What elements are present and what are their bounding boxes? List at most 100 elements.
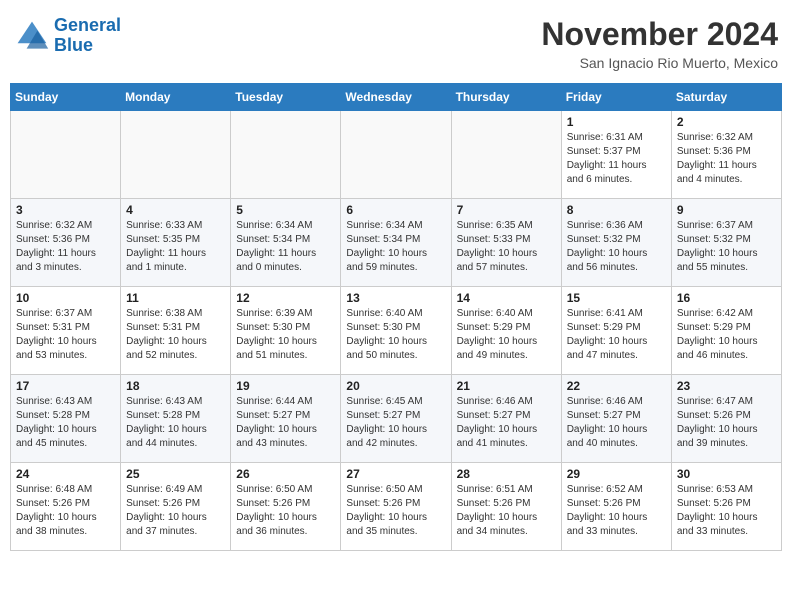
- weekday-header-tuesday: Tuesday: [231, 84, 341, 111]
- calendar-cell: 25Sunrise: 6:49 AMSunset: 5:26 PMDayligh…: [121, 463, 231, 551]
- calendar-cell: 21 Sunrise: 6:46 AMSunset: 5:27 PMDayligh…: [451, 375, 561, 463]
- day-info: Sunrise: 6:37 AMSunset: 5:31 PMDaylight:…: [16, 307, 115, 363]
- day-info: Sunrise: 6:49 AMSunset: 5:26 PMDaylight:…: [126, 483, 225, 539]
- weekday-header-thursday: Thursday: [451, 84, 561, 111]
- day-number: 14: [457, 291, 556, 305]
- calendar-cell: 22 Sunrise: 6:46 AMSunset: 5:27 PMDayligh…: [561, 375, 671, 463]
- day-info: Sunrise: 6:37 AMSunset: 5:32 PMDaylight:…: [677, 219, 776, 275]
- calendar-cell: 9 Sunrise: 6:37 AMSunset: 5:32 PMDaylight…: [671, 199, 781, 287]
- day-info: Sunrise: 6:52 AMSunset: 5:26 PMDaylight:…: [567, 483, 666, 539]
- calendar-cell: 28Sunrise: 6:51 AMSunset: 5:26 PMDayligh…: [451, 463, 561, 551]
- day-info: Sunrise: 6:40 AMSunset: 5:29 PMDaylight:…: [457, 307, 556, 363]
- location-subtitle: San Ignacio Rio Muerto, Mexico: [541, 55, 778, 71]
- logo: General Blue: [14, 16, 121, 56]
- day-info: Sunrise: 6:36 AMSunset: 5:32 PMDaylight:…: [567, 219, 666, 275]
- day-number: 16: [677, 291, 776, 305]
- day-number: 13: [346, 291, 445, 305]
- weekday-header-monday: Monday: [121, 84, 231, 111]
- calendar-cell: 17Sunrise: 6:43 AMSunset: 5:28 PMDayligh…: [11, 375, 121, 463]
- day-number: 24: [16, 467, 115, 481]
- day-info: Sunrise: 6:38 AMSunset: 5:31 PMDaylight:…: [126, 307, 225, 363]
- title-block: November 2024 San Ignacio Rio Muerto, Me…: [541, 16, 778, 71]
- page-header: General Blue November 2024 San Ignacio R…: [10, 10, 782, 77]
- day-info: Sunrise: 6:41 AMSunset: 5:29 PMDaylight:…: [567, 307, 666, 363]
- day-info: Sunrise: 6:47 AMSunset: 5:26 PMDaylight:…: [677, 395, 776, 451]
- day-number: 5: [236, 203, 335, 217]
- day-info: Sunrise: 6:34 AMSunset: 5:34 PMDaylight:…: [236, 219, 335, 275]
- day-number: 12: [236, 291, 335, 305]
- day-number: 20: [346, 379, 445, 393]
- day-info: Sunrise: 6:39 AMSunset: 5:30 PMDaylight:…: [236, 307, 335, 363]
- calendar-cell: 6 Sunrise: 6:34 AMSunset: 5:34 PMDaylight…: [341, 199, 451, 287]
- calendar-cell: 29 Sunrise: 6:52 AMSunset: 5:26 PMDayligh…: [561, 463, 671, 551]
- calendar-cell: 27 Sunrise: 6:50 AMSunset: 5:26 PMDayligh…: [341, 463, 451, 551]
- calendar-cell: [451, 111, 561, 199]
- calendar-cell: 2Sunrise: 6:32 AMSunset: 5:36 PMDaylight…: [671, 111, 781, 199]
- calendar-cell: 14 Sunrise: 6:40 AMSunset: 5:29 PMDayligh…: [451, 287, 561, 375]
- calendar-week-4: 17 Sunrise: 6:43 AMSunset: 5:28 PMDayligh…: [11, 375, 782, 463]
- calendar-cell: 24 Sunrise: 6:48 AMSunset: 5:26 PMDayligh…: [11, 463, 121, 551]
- calendar-cell: 15 Sunrise: 6:41 AMSunset: 5:29 PMDayligh…: [561, 287, 671, 375]
- calendar-cell: [341, 111, 451, 199]
- calendar-cell: 8 Sunrise: 6:36 AMSunset: 5:32 PMDaylight…: [561, 199, 671, 287]
- calendar-cell: 30Sunrise: 6:53 AMSunset: 5:26 PMDayligh…: [671, 463, 781, 551]
- day-number: 7: [457, 203, 556, 217]
- day-number: 10: [16, 291, 115, 305]
- day-number: 17: [16, 379, 115, 393]
- day-info: Sunrise: 6:45 AMSunset: 5:27 PMDaylight:…: [346, 395, 445, 451]
- calendar-cell: 11 Sunrise: 6:38 AMSunset: 5:31 PMDayligh…: [121, 287, 231, 375]
- day-number: 8: [567, 203, 666, 217]
- day-number: 29: [567, 467, 666, 481]
- calendar-week-2: 3 Sunrise: 6:32 AMSunset: 5:36 PMDaylight…: [11, 199, 782, 287]
- calendar-cell: 12 Sunrise: 6:39 AMSunset: 5:30 PMDayligh…: [231, 287, 341, 375]
- day-info: Sunrise: 6:33 AMSunset: 5:35 PMDaylight:…: [126, 219, 225, 275]
- calendar-cell: [11, 111, 121, 199]
- calendar-cell: 4 Sunrise: 6:33 AMSunset: 5:35 PMDaylight…: [121, 199, 231, 287]
- calendar-cell: 7 Sunrise: 6:35 AMSunset: 5:33 PMDaylight…: [451, 199, 561, 287]
- day-number: 18: [126, 379, 225, 393]
- day-number: 11: [126, 291, 225, 305]
- day-number: 4: [126, 203, 225, 217]
- calendar-cell: 19Sunrise: 6:44 AMSunset: 5:27 PMDayligh…: [231, 375, 341, 463]
- calendar-cell: [231, 111, 341, 199]
- day-info: Sunrise: 6:32 AMSunset: 5:36 PMDaylight:…: [16, 219, 115, 275]
- day-info: Sunrise: 6:42 AMSunset: 5:29 PMDaylight:…: [677, 307, 776, 363]
- weekday-header-sunday: Sunday: [11, 84, 121, 111]
- day-info: Sunrise: 6:35 AMSunset: 5:33 PMDaylight:…: [457, 219, 556, 275]
- day-number: 9: [677, 203, 776, 217]
- day-info: Sunrise: 6:46 AMSunset: 5:27 PMDaylight:…: [457, 395, 556, 451]
- day-number: 22: [567, 379, 666, 393]
- calendar-cell: 1Sunrise: 6:31 AMSunset: 5:37 PMDaylight…: [561, 111, 671, 199]
- day-number: 6: [346, 203, 445, 217]
- weekday-header-wednesday: Wednesday: [341, 84, 451, 111]
- calendar-week-5: 24 Sunrise: 6:48 AMSunset: 5:26 PMDayligh…: [11, 463, 782, 551]
- calendar-cell: 26Sunrise: 6:50 AMSunset: 5:26 PMDayligh…: [231, 463, 341, 551]
- calendar-cell: [121, 111, 231, 199]
- day-number: 3: [16, 203, 115, 217]
- day-info: Sunrise: 6:50 AMSunset: 5:26 PMDaylight:…: [236, 483, 335, 539]
- day-info: Sunrise: 6:46 AMSunset: 5:27 PMDaylight:…: [567, 395, 666, 451]
- calendar-table: SundayMondayTuesdayWednesdayThursdayFrid…: [10, 83, 782, 551]
- day-info: Sunrise: 6:31 AMSunset: 5:37 PMDaylight:…: [567, 131, 666, 187]
- day-number: 2: [677, 115, 776, 129]
- calendar-cell: 20 Sunrise: 6:45 AMSunset: 5:27 PMDayligh…: [341, 375, 451, 463]
- day-info: Sunrise: 6:50 AMSunset: 5:26 PMDaylight:…: [346, 483, 445, 539]
- logo-icon: [14, 18, 50, 54]
- day-info: Sunrise: 6:34 AMSunset: 5:34 PMDaylight:…: [346, 219, 445, 275]
- calendar-cell: 10 Sunrise: 6:37 AMSunset: 5:31 PMDayligh…: [11, 287, 121, 375]
- calendar-cell: 13Sunrise: 6:40 AMSunset: 5:30 PMDayligh…: [341, 287, 451, 375]
- weekday-header-saturday: Saturday: [671, 84, 781, 111]
- day-info: Sunrise: 6:53 AMSunset: 5:26 PMDaylight:…: [677, 483, 776, 539]
- day-number: 23: [677, 379, 776, 393]
- day-info: Sunrise: 6:48 AMSunset: 5:26 PMDaylight:…: [16, 483, 115, 539]
- calendar-cell: 23 Sunrise: 6:47 AMSunset: 5:26 PMDayligh…: [671, 375, 781, 463]
- day-number: 15: [567, 291, 666, 305]
- month-title: November 2024: [541, 16, 778, 53]
- day-number: 27: [346, 467, 445, 481]
- weekday-header-row: SundayMondayTuesdayWednesdayThursdayFrid…: [11, 84, 782, 111]
- day-info: Sunrise: 6:43 AMSunset: 5:28 PMDaylight:…: [126, 395, 225, 451]
- calendar-cell: 3 Sunrise: 6:32 AMSunset: 5:36 PMDaylight…: [11, 199, 121, 287]
- calendar-cell: 16 Sunrise: 6:42 AMSunset: 5:29 PMDayligh…: [671, 287, 781, 375]
- day-number: 19: [236, 379, 335, 393]
- day-number: 21: [457, 379, 556, 393]
